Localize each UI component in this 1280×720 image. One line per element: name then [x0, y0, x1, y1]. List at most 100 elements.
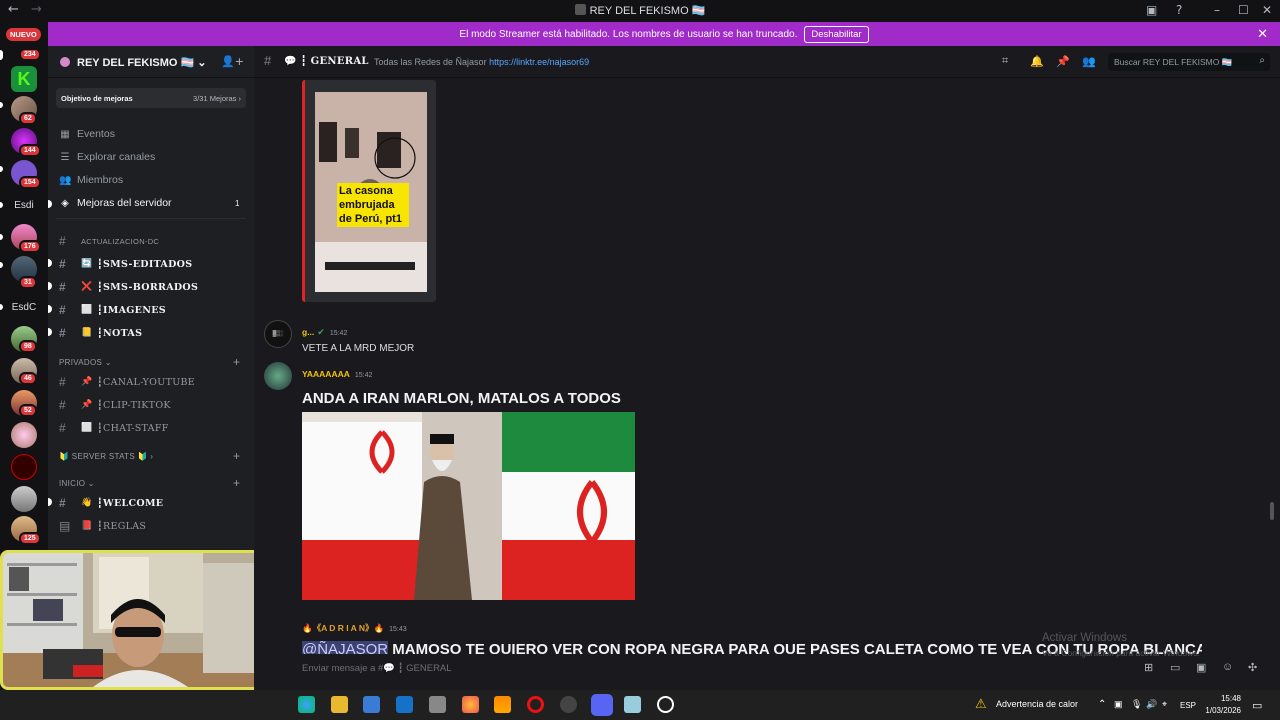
sticker-icon[interactable]: ▣ [1196, 661, 1206, 674]
composer-placeholder: Enviar mensaje a #💬 ┇ GENERAL [302, 663, 452, 674]
message-image[interactable] [302, 412, 635, 600]
pin-icon[interactable]: 📌 [1056, 55, 1070, 68]
hash-icon: # [59, 303, 66, 317]
search-input[interactable]: Buscar REY DEL FEKISMO 🏳️‍⚧️ ⌕ [1108, 53, 1270, 71]
app-icon[interactable] [429, 696, 446, 713]
unread-pill [48, 200, 52, 208]
channel-actualizacion[interactable]: # ACTUALIZACION-DC [59, 234, 159, 248]
username[interactable]: 🔥《A D R I A N》🔥 [302, 623, 384, 633]
channel-canal-youtube[interactable]: # 📌 ┇CANAL-YOUTUBE [59, 375, 195, 389]
category-inicio[interactable]: INICIO ⌄ + [59, 476, 240, 490]
video-embed[interactable]: La casona embrujada de Perú, pt1 [302, 80, 436, 302]
timestamp: 15:43 [389, 626, 407, 633]
media-player-icon[interactable] [657, 696, 674, 713]
heat-warning-text[interactable]: Advertencia de calor [996, 699, 1078, 709]
maximize-icon[interactable]: ☐ [1238, 3, 1249, 17]
channel-label: ┇CLIP-TIKTOK [97, 399, 171, 411]
boost-goal[interactable]: Objetivo de mejoras 3/31 Mejoras › [56, 88, 246, 108]
minimize-icon[interactable]: – [1214, 3, 1220, 17]
new-badge[interactable]: NUEVO [6, 28, 41, 41]
file-explorer-icon[interactable] [331, 696, 348, 713]
nav-events[interactable]: ▦ Eventos [59, 128, 115, 140]
boost-count: 1 [235, 198, 240, 208]
close-banner-icon[interactable]: ✕ [1257, 26, 1268, 42]
notifications-icon[interactable]: ▭ [1252, 699, 1262, 712]
server-text-icon[interactable]: EsdC [0, 302, 48, 313]
add-channel-icon[interactable]: + [233, 355, 240, 369]
gift-icon[interactable]: ⊞ [1144, 661, 1153, 674]
message-composer[interactable]: Enviar mensaje a #💬 ┇ GENERAL ⊞ ▭ ▣ ☺ ✣ [294, 654, 1270, 682]
mention-badge: 46 [19, 372, 37, 385]
obs-icon[interactable] [560, 696, 577, 713]
scrollbar[interactable] [1270, 502, 1274, 520]
channel-reglas[interactable]: ▤ 📕 ┇REGLAS [59, 519, 146, 533]
language-indicator[interactable]: ESP [1180, 701, 1196, 710]
channel-chat-staff[interactable]: # ⬜ ┇CHAT-STAFF [59, 421, 169, 435]
clock-time[interactable]: 15:48 [1203, 694, 1241, 703]
tray-app-icon[interactable]: ▣ [1114, 699, 1123, 710]
network-icon[interactable]: ⌖ [1162, 699, 1167, 710]
bell-icon[interactable]: 🔔 [1030, 55, 1044, 68]
banner-text: El modo Streamer está habilitado. Los no… [459, 28, 798, 40]
server-header[interactable]: REY DEL FEKISMO 🏳️‍⚧️ ⌄ 👤+ [48, 46, 254, 78]
channel-notas[interactable]: # 📒 ┇NOTAS [48, 326, 142, 340]
app-icon[interactable] [624, 696, 641, 713]
warning-icon[interactable]: ⚠ [975, 696, 987, 712]
inbox-icon[interactable]: ▣ [1146, 3, 1157, 17]
threads-icon[interactable]: ⌗ [1002, 55, 1008, 68]
server-avatar-icon[interactable] [11, 422, 37, 448]
gif-icon[interactable]: ▭ [1170, 661, 1180, 674]
add-channel-icon[interactable]: + [233, 476, 240, 490]
channel-sms-borrados[interactable]: # ❌ ┇SMS-BORRADOS [48, 280, 198, 294]
message-2: YAAAAAAA 15:42 ANDA A IRAN MARLON, MATALO… [302, 364, 621, 407]
firefox-icon[interactable] [462, 696, 479, 713]
discord-icon[interactable] [591, 694, 613, 716]
activation-watermark: Activar Windows [1042, 632, 1127, 644]
divider [56, 218, 246, 219]
microphone-icon[interactable]: 🎙 [1131, 699, 1142, 710]
channel-clip-tiktok[interactable]: # 📌 ┇CLIP-TIKTOK [59, 398, 171, 412]
chevron-up-icon[interactable]: ⌃ [1098, 699, 1106, 710]
avatar[interactable]: ▓▒░ [264, 320, 292, 348]
help-icon[interactable]: ? [1176, 3, 1182, 17]
server-text-icon[interactable]: Esdi [0, 200, 48, 211]
emoji-icon[interactable]: ☺ [1222, 661, 1233, 673]
channel-welcome[interactable]: # 👋 ┇WELCOME [48, 496, 164, 510]
channel-sms-editados[interactable]: # 🔄 ┇SMS-EDITADOS [48, 257, 192, 271]
category-server-stats[interactable]: 🔰 SERVER STATS 🔰 › + [59, 449, 240, 463]
member-list-icon[interactable]: 👥 [1082, 55, 1096, 68]
cross-icon: ❌ [81, 282, 93, 292]
invite-icon[interactable]: 👤+ [221, 55, 244, 68]
username[interactable]: YAAAAAAA [302, 369, 350, 379]
close-window-icon[interactable]: ✕ [1262, 3, 1272, 17]
add-channel-icon[interactable]: + [233, 449, 240, 463]
disable-streamer-button[interactable]: Deshabilitar [804, 25, 869, 43]
nav-browse-channels[interactable]: ☰ Explorar canales [59, 151, 156, 163]
hash-icon: # [59, 421, 66, 435]
server-avatar-icon[interactable] [11, 486, 37, 512]
username[interactable]: g... [302, 327, 314, 337]
nav-members[interactable]: 👥 Miembros [59, 174, 123, 186]
nav-server-boosts[interactable]: ◈ Mejoras del servidor 1 [59, 197, 249, 209]
vlc-icon[interactable] [494, 696, 511, 713]
topic-link[interactable]: https://linktr.ee/najasor69 [489, 57, 589, 67]
channel-imagenes[interactable]: # ⬜ ┇IMAGENES [48, 303, 166, 317]
edge-icon[interactable] [298, 696, 315, 713]
channel-label: ┇CANAL-YOUTUBE [97, 376, 196, 388]
clock-date[interactable]: 1/03/2026 [1203, 706, 1241, 715]
channel-label: ┇WELCOME [97, 497, 164, 509]
volume-icon[interactable]: 🔊 [1146, 699, 1157, 710]
store-icon[interactable] [363, 696, 380, 713]
video-caption: La casona embrujada de Perú, pt1 [337, 183, 409, 227]
server-kick-icon[interactable]: K [11, 66, 37, 92]
opera-icon[interactable] [527, 696, 544, 713]
apps-icon[interactable]: ✣ [1248, 661, 1257, 674]
channel-label: ┇CHAT-STAFF [97, 422, 169, 434]
outlook-icon[interactable] [396, 696, 413, 713]
avatar[interactable] [264, 362, 292, 390]
category-privados[interactable]: PRIVADOS ⌄ + [59, 355, 240, 369]
server-name[interactable]: REY DEL FEKISMO 🏳️‍⚧️ ⌄ [77, 56, 206, 69]
page-icon: ⬜ [81, 423, 93, 433]
server-avatar-icon[interactable] [11, 454, 37, 480]
unread-pill [48, 498, 52, 506]
